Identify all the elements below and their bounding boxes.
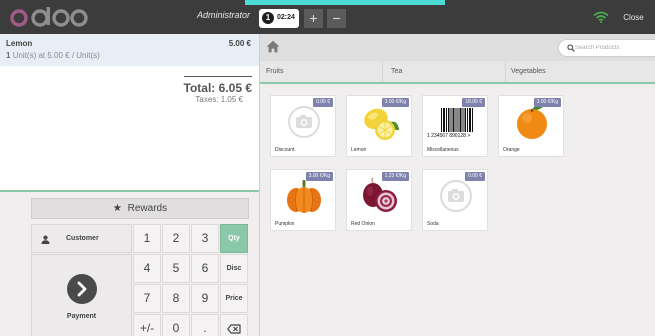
product-name: Miscellaneous	[427, 147, 459, 153]
product-card-lemon[interactable]: 3.00 €/Kg Lemon	[346, 95, 412, 157]
mode-qty-button[interactable]: Qty	[220, 224, 248, 253]
order-line-product: Lemon	[6, 39, 33, 48]
order-line-quantity: 1	[6, 51, 11, 60]
product-card-miscellaneous[interactable]: 1 234567 890128 > 18.00 € Miscellaneous	[422, 95, 488, 157]
category-divider	[505, 61, 506, 82]
accent-strip	[245, 0, 445, 5]
order-line-price: 5.00 €	[228, 39, 251, 48]
numpad-key-5[interactable]: 5	[162, 254, 190, 283]
numpad-key-9[interactable]: 9	[191, 284, 219, 313]
product-price: 0.00 €	[465, 172, 485, 181]
product-name: Red Onion	[351, 221, 375, 227]
product-name: Lemon	[351, 147, 367, 153]
mode-price-button[interactable]: Price	[220, 284, 248, 313]
category-divider	[382, 61, 383, 82]
product-name: Pumpkin	[275, 221, 295, 227]
star-icon: ★	[112, 203, 122, 214]
product-name: Orange	[503, 147, 520, 153]
action-pad: ★ Rewards Customer Payment 1 2 3 Qty 4 5…	[0, 190, 259, 336]
product-card-pumpkin[interactable]: 3.00 €/Kg Pumpkin	[270, 169, 336, 231]
mode-disc-button[interactable]: Disc	[220, 254, 248, 283]
lemon-image	[364, 108, 399, 140]
order-tab-1[interactable]: 1 02:24	[259, 9, 299, 28]
product-card-discount[interactable]: 0.00 € Discount	[270, 95, 336, 157]
product-card-red-onion[interactable]: 1.23 €/Kg Red Onion	[346, 169, 412, 231]
chevron-right-icon	[77, 281, 87, 297]
product-price: 3.00 €/Kg	[305, 172, 333, 181]
numpad-key-6[interactable]: 6	[191, 254, 219, 283]
close-button[interactable]: Close	[612, 10, 655, 25]
order-total: Total: 6.05 €	[183, 81, 252, 95]
wifi-icon	[593, 11, 609, 23]
odoo-logo: odoo	[10, 6, 88, 27]
rewards-label: Rewards	[127, 203, 168, 214]
rewards-button[interactable]: ★ Rewards	[31, 198, 249, 219]
top-bar: odoo Administrator 1 02:24 + − Close	[0, 0, 655, 34]
product-price: 18.00 €	[462, 98, 485, 107]
numpad-key-1[interactable]: 1	[133, 224, 161, 253]
product-price: 1.23 €/Kg	[381, 172, 409, 181]
pumpkin-image	[287, 180, 321, 213]
order-panel: Lemon 5.00 € 1 Unit(s) at 5.00 € / Unit(…	[0, 34, 259, 336]
add-order-button[interactable]: +	[304, 9, 323, 28]
numpad-key-8[interactable]: 8	[162, 284, 190, 313]
payment-button[interactable]: Payment	[31, 254, 132, 336]
category-fruits[interactable]: Fruits	[266, 68, 284, 75]
category-tea[interactable]: Tea	[391, 68, 402, 75]
home-icon[interactable]	[266, 40, 280, 53]
numpad-key-dot[interactable]: .	[191, 314, 219, 336]
remove-order-button[interactable]: −	[327, 9, 346, 28]
order-number: 1	[262, 12, 274, 24]
product-price: 3.00 €/Kg	[381, 98, 409, 107]
order-line-unit-info: Unit(s) at 5.00 € / Unit(s)	[12, 51, 100, 60]
customer-button[interactable]: Customer	[31, 224, 132, 253]
product-name: Soda	[427, 221, 439, 227]
search-input[interactable]	[575, 42, 655, 54]
product-card-soda[interactable]: 0.00 € Soda	[422, 169, 488, 231]
numpad-key-7[interactable]: 7	[133, 284, 161, 313]
breadcrumb-bar	[260, 34, 655, 61]
orange-image	[517, 105, 547, 139]
order-taxes: Taxes: 1.05 €	[195, 95, 243, 104]
user-name[interactable]: Administrator	[170, 10, 250, 20]
camera-placeholder-icon	[288, 106, 320, 138]
numpad-key-0[interactable]: 0	[162, 314, 190, 336]
summary-divider	[184, 76, 252, 77]
user-icon	[41, 235, 50, 244]
products-panel: Fruits Tea Vegetables 0.00 € Discount	[259, 34, 655, 336]
payment-label: Payment	[66, 313, 97, 320]
numpad-key-4[interactable]: 4	[133, 254, 161, 283]
brand-name: odoo	[10, 6, 13, 7]
product-price: 3.00 €/Kg	[533, 98, 561, 107]
numpad-key-3[interactable]: 3	[191, 224, 219, 253]
order-time: 02:24	[277, 14, 295, 21]
customer-label: Customer	[66, 235, 99, 242]
backspace-icon	[227, 324, 241, 334]
red-onion-image	[363, 177, 397, 212]
search-box[interactable]	[558, 39, 655, 57]
category-vegetables[interactable]: Vegetables	[511, 68, 546, 75]
search-icon	[567, 44, 575, 52]
barcode-digits: 1 234567 890128 >	[427, 133, 471, 139]
payment-circle	[67, 274, 97, 304]
order-line[interactable]: Lemon 5.00 € 1 Unit(s) at 5.00 € / Unit(…	[0, 34, 259, 66]
pos-app: odoo Administrator 1 02:24 + − Close Lem…	[0, 0, 655, 336]
product-name: Discount	[275, 147, 295, 153]
category-bar: Fruits Tea Vegetables	[260, 61, 655, 84]
order-line-info: 1 Unit(s) at 5.00 € / Unit(s)	[6, 51, 100, 60]
product-card-orange[interactable]: 3.00 €/Kg Orange	[498, 95, 564, 157]
numpad-key-2[interactable]: 2	[162, 224, 190, 253]
camera-placeholder-icon	[440, 180, 472, 212]
backspace-button[interactable]	[220, 314, 248, 336]
numpad-key-plus-minus[interactable]: +/-	[133, 314, 161, 336]
product-price: 0.00 €	[313, 98, 333, 107]
